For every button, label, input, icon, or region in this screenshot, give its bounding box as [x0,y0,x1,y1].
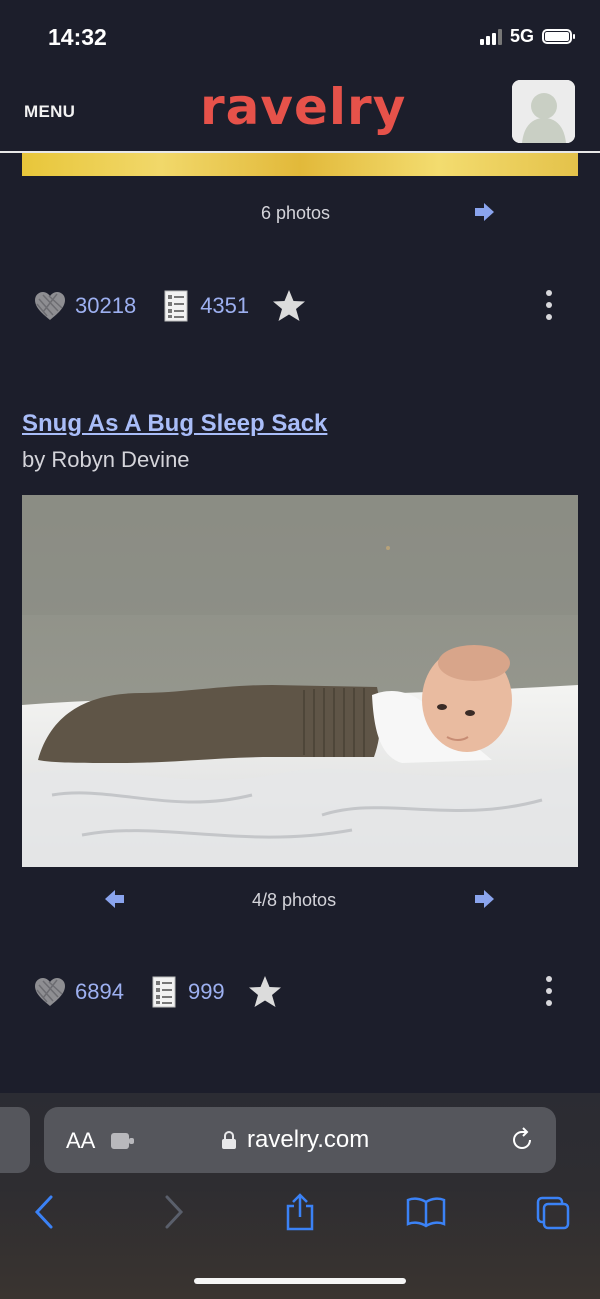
ravelry-logo[interactable]: ravelry [200,78,406,136]
favorites-count[interactable]: 6894 [75,979,124,1005]
more-options-icon[interactable] [544,976,554,1006]
page-settings-button[interactable]: AA [66,1128,95,1154]
extension-icon[interactable] [110,1131,136,1156]
bookmarks-icon[interactable] [406,1196,446,1233]
photo-count: 6 photos [261,203,331,223]
forward-icon[interactable] [162,1194,186,1235]
yarn-heart-icon[interactable] [33,976,67,1008]
star-icon[interactable] [271,288,307,324]
previous-photo-arrow-icon[interactable] [103,887,127,916]
project-list-icon[interactable] [150,975,178,1009]
avatar[interactable] [512,80,575,143]
project-list-icon[interactable] [162,289,190,323]
projects-count[interactable]: 4351 [200,293,249,319]
pattern-title-link[interactable]: Snug As A Bug Sleep Sack [22,410,327,438]
more-options-icon[interactable] [544,290,554,320]
aa-label: AA [66,1128,96,1153]
user-silhouette-icon [512,80,575,143]
status-icons: 5G [479,26,575,47]
tabs-icon[interactable] [535,1195,571,1236]
next-photo-arrow-icon[interactable] [472,200,496,229]
pattern-photo[interactable] [22,153,578,176]
network-label: 5G [509,26,534,46]
photo-count: 4/8 photos [252,890,337,910]
menu-button[interactable]: MENU [24,102,75,122]
pattern-stats: 30218 4351 [33,288,307,324]
battery-icon [542,29,575,44]
next-photo-arrow-icon[interactable] [472,887,496,916]
previous-tab-peek[interactable] [0,1107,30,1173]
status-time: 14:32 [48,24,107,50]
share-icon[interactable] [284,1193,316,1236]
reload-icon[interactable] [509,1127,535,1158]
home-indicator [194,1278,406,1284]
cellular-signal-icon [479,28,502,45]
pattern-photo[interactable] [22,495,578,867]
star-icon[interactable] [247,974,283,1010]
lock-icon [221,1130,237,1155]
favorites-count[interactable]: 30218 [75,293,136,319]
projects-count[interactable]: 999 [188,979,225,1005]
pattern-author[interactable]: by Robyn Devine [22,447,190,473]
yarn-heart-icon[interactable] [33,290,67,322]
pattern-stats: 6894 999 [33,974,283,1010]
url-text[interactable]: ravelry.com [247,1126,369,1154]
back-icon[interactable] [32,1194,56,1235]
